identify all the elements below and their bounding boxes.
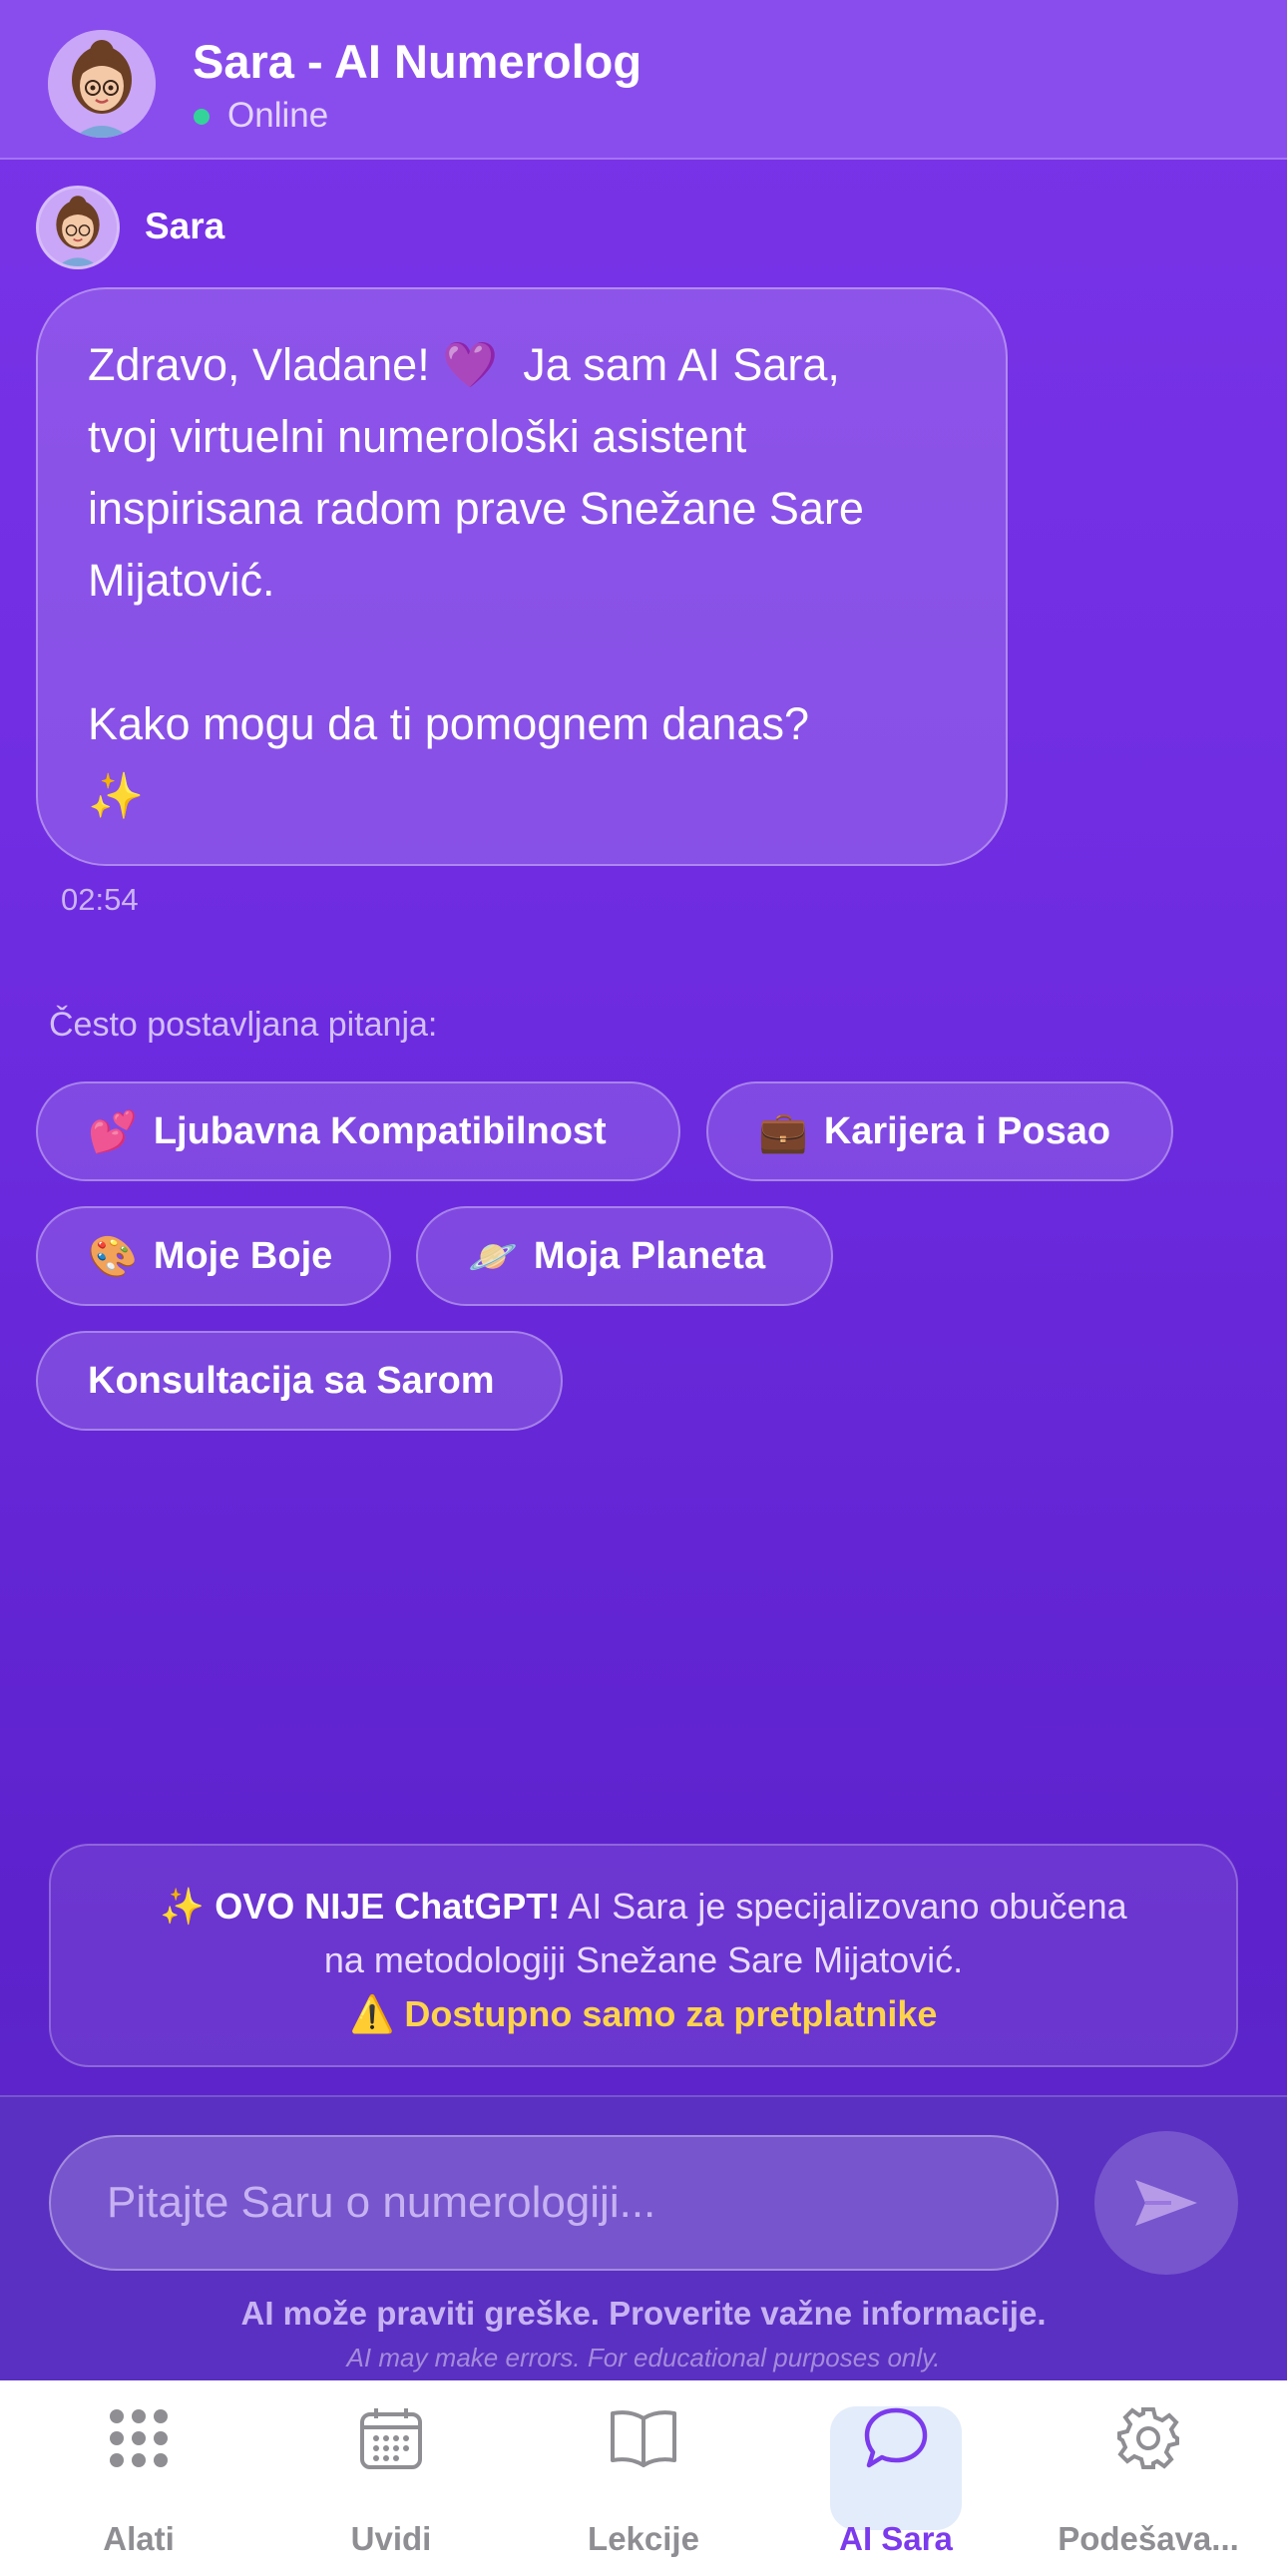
not-chatgpt-notice: ✨ OVO NIJE ChatGPT! AI Sara je specijali… bbox=[49, 1844, 1238, 2067]
tab-label: Uvidi bbox=[350, 2520, 432, 2557]
ai-disclaimer: AI može praviti greške. Proverite važne … bbox=[240, 2295, 1047, 2332]
tab-bar: Alati Uvidi Lekcije AI Sara Podešava... bbox=[0, 2380, 1287, 2576]
tab-label: AI Sara bbox=[839, 2520, 953, 2557]
chat-icon bbox=[860, 2402, 932, 2474]
calendar-icon bbox=[355, 2402, 427, 2474]
tab-settings[interactable]: Podešava... bbox=[1020, 2380, 1277, 2576]
planet-icon: 🪐 bbox=[468, 1234, 518, 1279]
tab-lekcije[interactable]: Lekcije bbox=[515, 2380, 772, 2576]
online-status-text: Online bbox=[227, 96, 329, 135]
notice-line-2: na metodologiji Snežane Sare Mijatović. bbox=[323, 1939, 964, 1980]
tab-uvidi[interactable]: Uvidi bbox=[262, 2380, 520, 2576]
tab-ai-sara[interactable]: AI Sara bbox=[767, 2380, 1025, 2576]
notice-bold: OVO NIJE ChatGPT! bbox=[214, 1886, 561, 1927]
briefcase-icon: 💼 bbox=[758, 1109, 808, 1154]
page-title: Sara - AI Numerolog bbox=[193, 35, 643, 88]
subscribers-only-warning: ⚠️ Dostupno samo za pretplatnike bbox=[349, 1993, 938, 2034]
notice-text-1: AI Sara je specijalizovano obučena bbox=[560, 1886, 1127, 1927]
chip-label: Ljubavna Kompatibilnost bbox=[153, 1109, 607, 1152]
palette-icon: 🎨 bbox=[88, 1234, 138, 1279]
grid-icon bbox=[103, 2402, 175, 2474]
tab-label: Lekcije bbox=[588, 2520, 699, 2557]
notice-line-1: ✨ OVO NIJE ChatGPT! AI Sara je specijali… bbox=[51, 1880, 1236, 1933]
faq-chip-career[interactable]: 💼 Karijera i Posao bbox=[706, 1081, 1173, 1181]
faq-chip-colors[interactable]: 🎨 Moje Boje bbox=[36, 1206, 391, 1306]
tab-alati[interactable]: Alati bbox=[10, 2380, 267, 2576]
online-status-dot bbox=[194, 109, 210, 125]
sparkle-icon: ✨ bbox=[160, 1886, 206, 1927]
send-icon bbox=[1135, 2180, 1197, 2226]
message-bubble: Zdravo, Vladane! 💜 Ja sam AI Sara, tvoj … bbox=[36, 287, 1008, 866]
book-icon bbox=[608, 2402, 679, 2474]
tab-label: Alati bbox=[103, 2520, 175, 2557]
chip-label: Moje Boje bbox=[153, 1234, 333, 1277]
sender-name: Sara bbox=[145, 206, 225, 246]
faq-chip-planet[interactable]: 🪐 Moja Planeta bbox=[416, 1206, 833, 1306]
message-input[interactable] bbox=[49, 2135, 1059, 2271]
chat-header: Sara - AI Numerolog Online bbox=[0, 0, 1287, 160]
ai-disclaimer-english: AI may make errors. For educational purp… bbox=[346, 2343, 941, 2372]
faq-chip-consultation[interactable]: Konsultacija sa Sarom bbox=[36, 1331, 563, 1431]
message-text: Zdravo, Vladane! 💜 Ja sam AI Sara, tvoj … bbox=[88, 339, 864, 821]
composer: AI može praviti greške. Proverite važne … bbox=[0, 2095, 1287, 2380]
faq-label: Često postavljana pitanja: bbox=[49, 1006, 438, 1044]
chip-label: Moja Planeta bbox=[533, 1234, 766, 1277]
avatar[interactable] bbox=[48, 30, 156, 138]
gear-icon bbox=[1112, 2402, 1184, 2474]
chip-label: Karijera i Posao bbox=[823, 1109, 1111, 1152]
sender-avatar bbox=[36, 186, 120, 269]
send-button[interactable] bbox=[1094, 2131, 1238, 2275]
hearts-icon: 💕 bbox=[88, 1109, 138, 1154]
tab-label: Podešava... bbox=[1058, 2520, 1239, 2557]
message-timestamp: 02:54 bbox=[61, 882, 139, 917]
chip-label: Konsultacija sa Sarom bbox=[88, 1359, 495, 1402]
faq-chip-love[interactable]: 💕 Ljubavna Kompatibilnost bbox=[36, 1081, 680, 1181]
